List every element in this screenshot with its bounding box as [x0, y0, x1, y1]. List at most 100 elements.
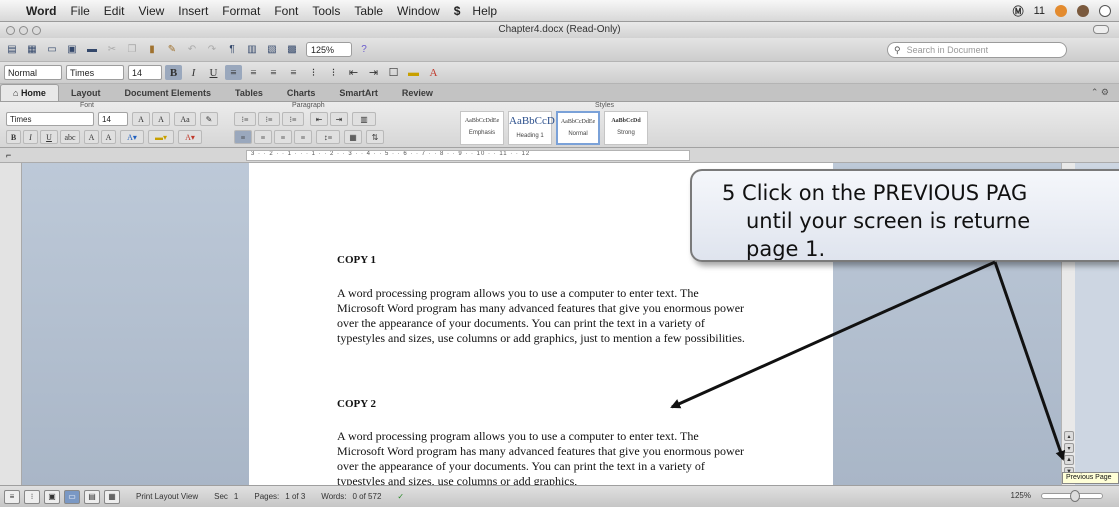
bold-button[interactable]: B	[165, 65, 182, 80]
ribbon-increase-indent-icon[interactable]: ⇥	[330, 112, 348, 126]
print-icon[interactable]: ▬	[84, 42, 100, 58]
full-screen-view-button[interactable]: ▦	[104, 489, 120, 504]
zoom-slider[interactable]	[1041, 490, 1103, 502]
underline-button[interactable]: U	[205, 65, 222, 80]
style-normal[interactable]: AaBbCcDdEe Normal	[556, 111, 600, 145]
paste-icon[interactable]: ▮	[144, 42, 160, 58]
ribbon-bold-button[interactable]: B	[6, 130, 21, 144]
menu-table[interactable]: Table	[354, 4, 383, 18]
ribbon-collapse-icon[interactable]: ⌃ ⚙	[1091, 87, 1109, 98]
ribbon-shading-icon[interactable]: ▦	[344, 130, 362, 144]
justify-icon[interactable]: ≡	[285, 65, 302, 80]
ribbon-align-left-icon[interactable]: ≡	[234, 130, 252, 144]
strikethrough-icon[interactable]: abc	[60, 130, 80, 144]
ribbon-numbering-icon[interactable]: ⁝≡	[258, 112, 280, 126]
help-icon[interactable]: ?	[356, 42, 372, 58]
ribbon-italic-button[interactable]: I	[23, 130, 38, 144]
ruler-scale[interactable]: 3 · · 2 · · 1 · · · 1 · · 2 · · 3 · · 4 …	[246, 150, 690, 161]
tab-review[interactable]: Review	[390, 85, 445, 101]
sidebar-icon[interactable]: ▥	[244, 42, 260, 58]
outline-view-button[interactable]: ⁝	[24, 489, 40, 504]
spelling-check-icon[interactable]: ✓	[397, 492, 404, 501]
notebook-view-button[interactable]: ▤	[84, 489, 100, 504]
menu-window[interactable]: Window	[397, 4, 440, 18]
menu-format[interactable]: Format	[222, 4, 260, 18]
save-icon[interactable]: ▣	[64, 42, 80, 58]
align-center-icon[interactable]: ≡	[245, 65, 262, 80]
search-document-input[interactable]: ⚲ Search in Document	[887, 42, 1067, 58]
highlight-color-icon[interactable]: ▬▾	[148, 130, 174, 144]
ribbon-font-size-select[interactable]: 14	[98, 112, 128, 126]
zoom-select[interactable]: 125%	[306, 42, 352, 57]
new-document-icon[interactable]: ▤	[4, 42, 20, 58]
sync-icon[interactable]	[1099, 5, 1111, 17]
ribbon-align-center-icon[interactable]: ≡	[254, 130, 272, 144]
ribbon-multilevel-icon[interactable]: ⁝≡	[282, 112, 304, 126]
style-heading-1[interactable]: AaBbCcD Heading 1	[508, 111, 555, 145]
ribbon-sort-icon[interactable]: ⇅	[366, 130, 384, 144]
change-case-icon[interactable]: Aa	[174, 112, 196, 126]
increase-indent-icon[interactable]: ⇥	[365, 65, 382, 80]
cut-icon[interactable]: ✂	[104, 42, 120, 58]
highlight-icon[interactable]: ▬	[405, 65, 422, 80]
subscript-icon[interactable]: A	[101, 130, 116, 144]
ribbon-columns-icon[interactable]: ▥	[352, 112, 376, 126]
ribbon-line-spacing-icon[interactable]: ↕≡	[316, 130, 340, 144]
undo-icon[interactable]: ↶	[184, 42, 200, 58]
grow-font-icon[interactable]: A	[132, 112, 150, 126]
clear-formatting-icon[interactable]: ✎	[200, 112, 218, 126]
tab-tables[interactable]: Tables	[223, 85, 275, 101]
adobe-icon[interactable]: Ⓜ	[1013, 3, 1024, 19]
open-icon[interactable]: ▭	[44, 42, 60, 58]
ribbon-bullets-icon[interactable]: ⁝≡	[234, 112, 256, 126]
font-size-select[interactable]: 14	[128, 65, 162, 80]
previous-page-button[interactable]: ▲	[1064, 455, 1074, 465]
align-left-icon[interactable]: ≡	[225, 65, 242, 80]
style-emphasis[interactable]: AaBbCcDdEe Emphasis	[460, 111, 504, 145]
print-layout-view-button[interactable]: ▭	[64, 489, 80, 504]
menu-tools[interactable]: Tools	[312, 4, 340, 18]
media-browser-icon[interactable]: ▩	[284, 42, 300, 58]
menu-view[interactable]: View	[138, 4, 164, 18]
copy-icon[interactable]: ❐	[124, 42, 140, 58]
font-select[interactable]: Times	[66, 65, 124, 80]
scroll-up-button[interactable]: ▴	[1064, 431, 1074, 441]
bullet-list-icon[interactable]: ⁝	[325, 65, 342, 80]
align-right-icon[interactable]: ≡	[265, 65, 282, 80]
shrink-font-icon[interactable]: A	[152, 112, 170, 126]
zoom-slider-knob[interactable]	[1070, 490, 1080, 502]
tab-smartart[interactable]: SmartArt	[327, 85, 390, 101]
redo-icon[interactable]: ↷	[204, 42, 220, 58]
format-painter-icon[interactable]: ✎	[164, 42, 180, 58]
tab-home[interactable]: ⌂ Home	[0, 84, 59, 101]
italic-button[interactable]: I	[185, 65, 202, 80]
menu-file[interactable]: File	[70, 4, 89, 18]
ribbon-align-right-icon[interactable]: ≡	[274, 130, 292, 144]
template-gallery-icon[interactable]: ▦	[24, 42, 40, 58]
publishing-view-button[interactable]: ▣	[44, 489, 60, 504]
numbered-list-icon[interactable]: ⁝	[305, 65, 322, 80]
font-color-icon[interactable]: A	[425, 65, 442, 80]
scroll-down-button[interactable]: ▾	[1064, 443, 1074, 453]
text-effects-icon[interactable]: A▾	[120, 130, 144, 144]
menu-insert[interactable]: Insert	[178, 4, 208, 18]
ribbon-font-select[interactable]: Times	[6, 112, 94, 126]
ribbon-decrease-indent-icon[interactable]: ⇤	[310, 112, 328, 126]
menu-font[interactable]: Font	[274, 4, 298, 18]
tab-layout[interactable]: Layout	[59, 85, 113, 101]
toolbar-toggle-button[interactable]	[1093, 25, 1109, 34]
menu-extra-label[interactable]: 11	[1034, 5, 1045, 17]
menu-app-word[interactable]: Word	[26, 4, 56, 18]
pilcrow-icon[interactable]: ¶	[224, 42, 240, 58]
draft-view-button[interactable]: ≡	[4, 489, 20, 504]
border-icon[interactable]: ☐	[385, 65, 402, 80]
decrease-indent-icon[interactable]: ⇤	[345, 65, 362, 80]
ribbon-font-color-icon[interactable]: A▾	[178, 130, 202, 144]
tool-icon[interactable]	[1077, 5, 1089, 17]
ribbon-underline-button[interactable]: U	[40, 130, 58, 144]
style-select[interactable]: Normal	[4, 65, 62, 80]
menu-help[interactable]: Help	[472, 4, 497, 18]
style-strong[interactable]: AaBbCcDd Strong	[604, 111, 648, 145]
ribbon-justify-icon[interactable]: ≡	[294, 130, 312, 144]
toolbox-icon[interactable]: ▧	[264, 42, 280, 58]
